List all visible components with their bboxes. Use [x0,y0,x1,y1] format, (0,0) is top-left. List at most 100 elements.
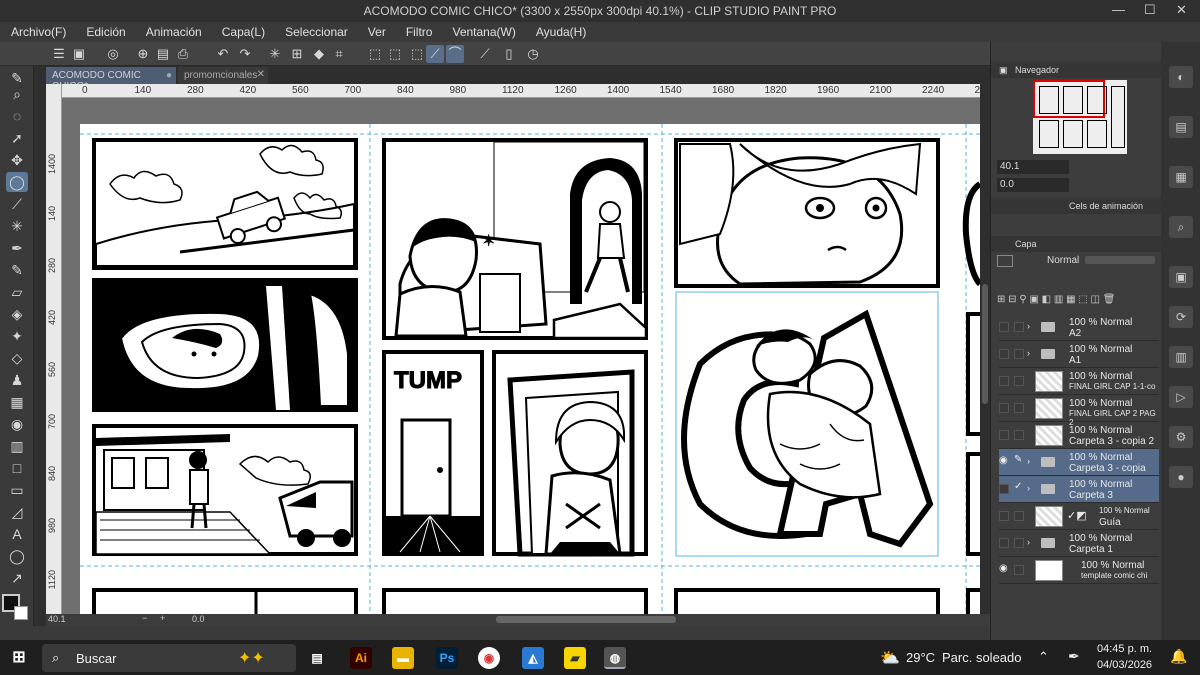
clip-studio-icon[interactable]: ◍ [604,647,626,669]
visibility-toggle[interactable] [999,484,1009,494]
item-bank-icon[interactable]: ▥ [1169,346,1193,368]
layer-property-icon[interactable]: ▤ [1169,116,1193,138]
visibility-toggle[interactable] [999,322,1009,332]
minimize-button[interactable]: — [1112,2,1125,17]
snap-ruler-icon[interactable]: ⟋ [426,45,444,63]
menu-capa[interactable]: Capa(L) [211,22,274,42]
clock-time[interactable]: 04:45 p. m. [1097,643,1152,655]
cloud-icon[interactable]: ◎ [104,45,122,63]
visibility-toggle[interactable] [999,430,1009,440]
save-icon[interactable]: ▤ [154,45,172,63]
layer-item[interactable]: 100 % Normal Carpeta 3 - copia 2 [999,422,1159,449]
material-icon[interactable]: ▣ [1169,266,1193,288]
lasso-icon[interactable]: ◯ [6,172,28,192]
lock-toggle[interactable] [1014,376,1024,386]
clear-icon[interactable]: ⊞ [288,45,306,63]
color-wheel-icon[interactable]: ◐ [1169,66,1193,88]
device-icon[interactable]: ▯ [500,45,518,63]
photos-icon[interactable]: ◭ [522,647,544,669]
new-file-icon[interactable]: ⊕ [134,45,152,63]
operation-icon[interactable]: ➚ [6,128,28,148]
menu-icon[interactable]: ☰ [50,45,68,63]
fill-tool-icon[interactable]: ▦ [6,392,28,412]
eye-icon[interactable]: ◉ [999,563,1009,574]
zoom-readout[interactable]: 40.1 [48,614,66,624]
marker-icon[interactable]: ▱ [6,282,28,302]
menu-animacion[interactable]: Animación [135,22,211,42]
layer-color-icon[interactable] [997,255,1013,267]
close-tab-icon[interactable]: ✕ [257,69,265,80]
frame-border-icon[interactable]: ▭ [6,480,28,500]
figure-icon[interactable]: □ [6,458,28,478]
snap-special-icon[interactable]: ⌒ [446,45,464,63]
horizontal-scroll-thumb[interactable] [496,616,676,623]
pen-edit-icon[interactable]: ✎ [1014,454,1024,465]
tab-acomodo[interactable]: ACOMODO COMIC CHICO* ● [46,67,176,92]
undo-icon[interactable]: ↶ [214,45,232,63]
file-explorer-icon[interactable]: ▬ [392,647,414,669]
history-icon[interactable]: ⟳ [1169,306,1193,328]
weather-desc[interactable]: Parc. soleado [942,650,1022,665]
weather-temp[interactable]: 29°C [906,650,935,665]
navigator-zoom-field[interactable]: 40.1 [997,160,1069,174]
lock-toggle[interactable] [1014,403,1024,413]
menu-edicion[interactable]: Edición [75,22,134,42]
balloon-icon[interactable]: ◯ [6,546,28,566]
ruler-icon[interactable]: ◿ [6,502,28,522]
zoom-icon[interactable]: ⌕ [6,84,28,104]
illustrator-icon[interactable]: Ai [350,647,372,669]
magic-wand-icon[interactable]: ✳ [6,216,28,236]
airbrush-icon[interactable]: ◈ [6,304,28,324]
eyedropper-icon[interactable]: ⟋ [6,194,28,214]
layer-item[interactable]: ✓◩ 100 % Normal Guía [999,503,1159,530]
weather-icon[interactable]: ⛅ [880,648,900,668]
canvas-area[interactable]: ✶ TUMP [62,98,980,614]
selection-icon[interactable]: ⬚ [408,45,426,63]
layer-item[interactable]: › 100 % Normal A2 [999,314,1159,341]
photoshop-icon[interactable]: Ps [436,647,458,669]
move-icon[interactable]: ◌ [6,106,28,126]
lock-toggle[interactable] [1014,349,1024,359]
redo-icon[interactable]: ↷ [236,45,254,63]
transform-icon[interactable]: ⌗ [330,45,348,63]
visibility-toggle[interactable] [999,403,1009,413]
navigator-preview[interactable] [1033,80,1127,154]
menu-ver[interactable]: Ver [357,22,395,42]
auto-action-icon[interactable]: ▷ [1169,386,1193,408]
windows-start-icon[interactable]: ⊞ [8,647,30,669]
decoration-icon[interactable]: ✦ [6,326,28,346]
menu-ventana[interactable]: Ventana(W) [441,22,524,42]
snap-grid-icon[interactable]: ⟋ [476,45,494,63]
lock-toggle[interactable] [1014,322,1024,332]
blend-icon[interactable]: ♟ [6,370,28,390]
task-view-icon[interactable]: ▤ [306,647,328,669]
maximize-button[interactable]: ☐ [1144,2,1156,18]
chrome-icon[interactable]: ◉ [478,647,500,669]
clock-date[interactable]: 04/03/2026 [1097,659,1152,671]
eraser-icon[interactable]: ◇ [6,348,28,368]
angle-readout[interactable]: 0.0 [192,614,205,624]
visibility-toggle[interactable] [999,376,1009,386]
search-box[interactable]: ⌕ Buscar ✦✦ [42,644,296,672]
new-canvas-icon[interactable]: ▣ [70,45,88,63]
menu-filtro[interactable]: Filtro [395,22,442,42]
layer-item[interactable]: 100 % Normal FINAL GIRL CAP 1-1-co [999,368,1159,395]
tab-promo[interactable]: promomcionales ✕ [178,67,268,84]
layer-item-selected[interactable]: ✓ › 100 % Normal Carpeta 3 [999,476,1159,503]
text-icon[interactable]: A [6,524,28,544]
menu-ayuda[interactable]: Ayuda(H) [525,22,595,42]
check-icon[interactable]: ✓ [1014,481,1024,492]
close-button[interactable]: ✕ [1176,2,1187,18]
menu-seleccionar[interactable]: Seleccionar [274,22,357,42]
brush-size-icon[interactable]: ● [1169,466,1193,488]
vertical-scrollbar[interactable] [980,84,990,614]
navigator-angle-field[interactable]: 0.0 [997,178,1069,192]
move-layer-icon[interactable]: ✥ [6,150,28,170]
search-layer-icon[interactable]: ⌕ [1169,216,1193,238]
layer-item-selected[interactable]: ◉ ✎ › 100 % Normal Carpeta 3 - copia [999,449,1159,476]
expand-chevron-icon[interactable]: › [1027,483,1030,493]
expand-chevron-icon[interactable]: › [1027,456,1030,466]
sub-tool-icon[interactable]: ▦ [1169,166,1193,188]
lock-toggle[interactable] [1014,511,1024,521]
pen-icon[interactable]: ✒ [6,238,28,258]
